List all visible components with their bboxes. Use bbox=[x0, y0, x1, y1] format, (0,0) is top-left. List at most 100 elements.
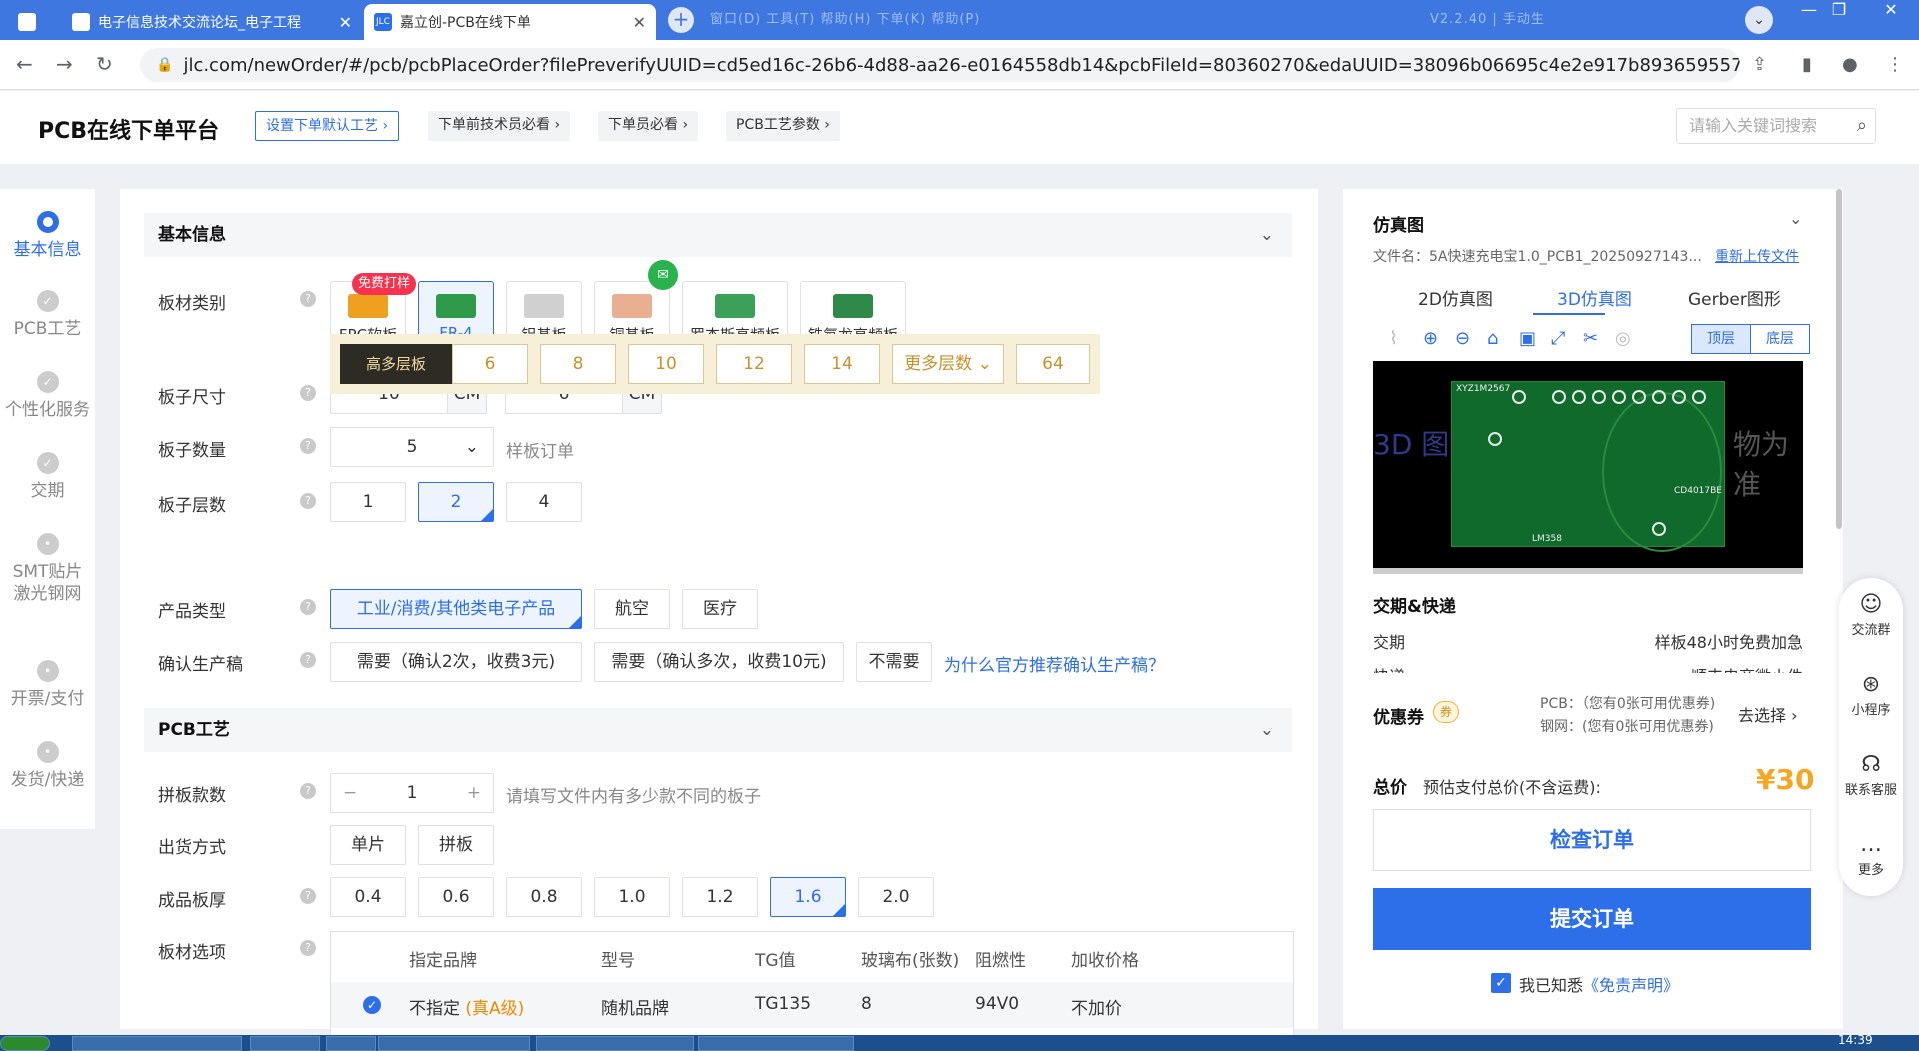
tab-2d[interactable]: 2D仿真图 bbox=[1418, 285, 1493, 310]
pinned-tab[interactable] bbox=[8, 4, 58, 40]
disclaimer-link[interactable]: 《免责声明》 bbox=[1583, 976, 1679, 995]
fullscreen-icon[interactable]: ⤢ bbox=[1551, 328, 1565, 349]
top-layer-button[interactable]: 顶层 bbox=[1691, 324, 1751, 354]
step-smt[interactable]: • SMT贴片 激光钢网 bbox=[0, 533, 95, 605]
start-button[interactable] bbox=[0, 1036, 50, 1051]
tab-forum[interactable]: 电子信息技术交流论坛_电子工程 ✕ bbox=[62, 4, 362, 40]
layer-8[interactable]: 8 bbox=[540, 344, 616, 384]
share-icon[interactable]: ⇪ bbox=[1752, 54, 1767, 75]
layer-4[interactable]: 4 bbox=[506, 482, 582, 522]
taskbar-item[interactable] bbox=[72, 1036, 242, 1051]
step-shipping[interactable]: • 发货/快递 bbox=[0, 741, 95, 791]
layer-10[interactable]: 10 bbox=[628, 344, 704, 384]
zoom-out-icon[interactable]: ⊖ bbox=[1455, 328, 1470, 349]
confirm-twice[interactable]: 需要（确认2次，收费3元) bbox=[330, 642, 582, 682]
wechat-icon[interactable]: ✉ bbox=[648, 260, 678, 290]
product-aviation[interactable]: 航空 bbox=[594, 589, 670, 629]
step-lead-time[interactable]: ✓ 交期 bbox=[0, 452, 95, 502]
table-row[interactable]: ✓ 不指定 (真A级) 随机品牌 TG135 8 94V0 不加价 bbox=[331, 982, 1293, 1028]
close-tab-icon[interactable]: ✕ bbox=[633, 13, 646, 32]
help-icon[interactable]: ? bbox=[300, 783, 316, 799]
chevron-down-icon[interactable]: ⌄ bbox=[1260, 213, 1274, 257]
profile-icon[interactable]: ● bbox=[1842, 54, 1858, 75]
viewer-scrollbar[interactable] bbox=[1373, 568, 1803, 574]
help-icon[interactable]: ? bbox=[300, 291, 316, 307]
more-layers-select[interactable]: 更多层数 ⌄ bbox=[892, 344, 1004, 384]
home-icon[interactable]: ⌂ bbox=[1487, 328, 1498, 349]
orderer-guide-link[interactable]: 下单员必看 › bbox=[598, 111, 699, 141]
minus-icon[interactable]: − bbox=[343, 774, 357, 812]
step-basic-info[interactable]: 基本信息 bbox=[0, 211, 95, 261]
search-icon[interactable]: ⌕ bbox=[1857, 109, 1867, 143]
layer-6[interactable]: 6 bbox=[452, 344, 528, 384]
step-personal-service[interactable]: ✓ 个性化服务 bbox=[0, 371, 95, 421]
section-pcb-process[interactable]: PCB工艺 ⌄ bbox=[144, 708, 1292, 752]
zoom-in-icon[interactable]: ⊕ bbox=[1423, 328, 1438, 349]
layer-64[interactable]: 64 bbox=[1016, 344, 1090, 384]
help-icon[interactable]: ? bbox=[300, 385, 316, 401]
tab-3d[interactable]: 3D仿真图 bbox=[1557, 285, 1632, 310]
section-basic-info[interactable]: 基本信息 ⌄ bbox=[144, 213, 1292, 257]
restore-icon[interactable]: ❐ bbox=[1820, 0, 1858, 22]
help-icon[interactable]: ? bbox=[300, 438, 316, 454]
check-order-button[interactable]: 检查订单 bbox=[1373, 809, 1811, 871]
group-chat-button[interactable]: ☺ 交流群 bbox=[1839, 592, 1903, 638]
ship-panel[interactable]: 拼板 bbox=[418, 825, 494, 865]
reload-icon[interactable]: ↻ bbox=[96, 52, 113, 76]
search-input[interactable]: 请输入关键词搜索 ⌕ bbox=[1676, 108, 1876, 144]
mini-program-button[interactable]: ⊛ 小程序 bbox=[1839, 672, 1903, 718]
layer-14[interactable]: 14 bbox=[804, 344, 880, 384]
layer-2[interactable]: 2 bbox=[418, 482, 494, 522]
pcb-params-link[interactable]: PCB工艺参数 › bbox=[726, 111, 840, 141]
thickness-0-4[interactable]: 0.4 bbox=[330, 877, 406, 917]
layer-12[interactable]: 12 bbox=[716, 344, 792, 384]
help-icon[interactable]: ? bbox=[300, 888, 316, 904]
fit-icon[interactable]: ▣ bbox=[1519, 328, 1536, 349]
help-icon[interactable]: ? bbox=[300, 652, 316, 668]
new-tab-button[interactable]: + bbox=[668, 7, 694, 33]
thickness-2-0[interactable]: 2.0 bbox=[858, 877, 934, 917]
close-window-icon[interactable]: ✕ bbox=[1872, 0, 1910, 22]
pcb-3d-viewer[interactable]: 3D 图 物为准 XYZ1M2567 CD4017BE LM358 bbox=[1373, 361, 1803, 568]
target-icon[interactable]: ◎ bbox=[1615, 328, 1631, 349]
menu-kebab-icon[interactable]: ⋮ bbox=[1886, 54, 1904, 75]
plus-icon[interactable]: + bbox=[467, 774, 481, 812]
page-scrollbar[interactable] bbox=[1836, 189, 1842, 529]
qty-select[interactable]: 5 ⌄ bbox=[330, 427, 494, 467]
help-icon[interactable]: ? bbox=[300, 940, 316, 956]
tab-jlc[interactable]: JLC 嘉立创-PCB在线下单 ✕ bbox=[364, 4, 656, 40]
more-button[interactable]: … 更多 bbox=[1839, 832, 1903, 878]
back-icon[interactable]: ← bbox=[16, 52, 33, 76]
thickness-1-0[interactable]: 1.0 bbox=[594, 877, 670, 917]
close-tab-icon[interactable]: ✕ bbox=[339, 13, 352, 32]
product-medical[interactable]: 医疗 bbox=[682, 589, 758, 629]
cut-icon[interactable]: ✂ bbox=[1583, 328, 1598, 349]
tech-guide-link[interactable]: 下单前技术员必看 › bbox=[428, 111, 571, 141]
help-icon[interactable]: ? bbox=[300, 599, 316, 615]
bottom-layer-button[interactable]: 底层 bbox=[1750, 324, 1810, 354]
forward-icon[interactable]: → bbox=[56, 52, 73, 76]
thickness-0-6[interactable]: 0.6 bbox=[418, 877, 494, 917]
default-process-link[interactable]: 设置下单默认工艺 › bbox=[255, 111, 400, 141]
panel-stepper[interactable]: − 1 + bbox=[330, 773, 494, 813]
chevron-down-icon[interactable]: ⌄ bbox=[1789, 209, 1802, 228]
confirm-none[interactable]: 不需要 bbox=[856, 642, 932, 682]
measure-icon[interactable]: ⌇ bbox=[1389, 328, 1398, 349]
chevron-down-icon[interactable]: ⌄ bbox=[1260, 708, 1274, 752]
thickness-0-8[interactable]: 0.8 bbox=[506, 877, 582, 917]
step-invoice-pay[interactable]: • 开票/支付 bbox=[0, 660, 95, 710]
taskbar-item[interactable] bbox=[378, 1036, 530, 1051]
customer-service-button[interactable]: ☊ 联系客服 bbox=[1839, 752, 1903, 798]
confirm-multi[interactable]: 需要（确认多次，收费10元) bbox=[594, 642, 844, 682]
reupload-link[interactable]: 重新上传文件 bbox=[1715, 246, 1799, 266]
thickness-1-2[interactable]: 1.2 bbox=[682, 877, 758, 917]
taskbar-item[interactable] bbox=[536, 1036, 694, 1051]
agree-checkbox[interactable]: ✓ bbox=[1491, 973, 1511, 993]
thickness-1-6[interactable]: 1.6 bbox=[770, 877, 846, 917]
submit-order-button[interactable]: 提交订单 bbox=[1373, 888, 1811, 950]
layer-1[interactable]: 1 bbox=[330, 482, 406, 522]
product-consumer[interactable]: 工业/消费/其他类电子产品 bbox=[330, 589, 582, 629]
tab-search-chevron-icon[interactable]: ⌄ bbox=[1745, 6, 1773, 34]
taskbar-item[interactable] bbox=[698, 1036, 854, 1051]
choose-coupon-link[interactable]: 去选择 › bbox=[1738, 702, 1798, 726]
